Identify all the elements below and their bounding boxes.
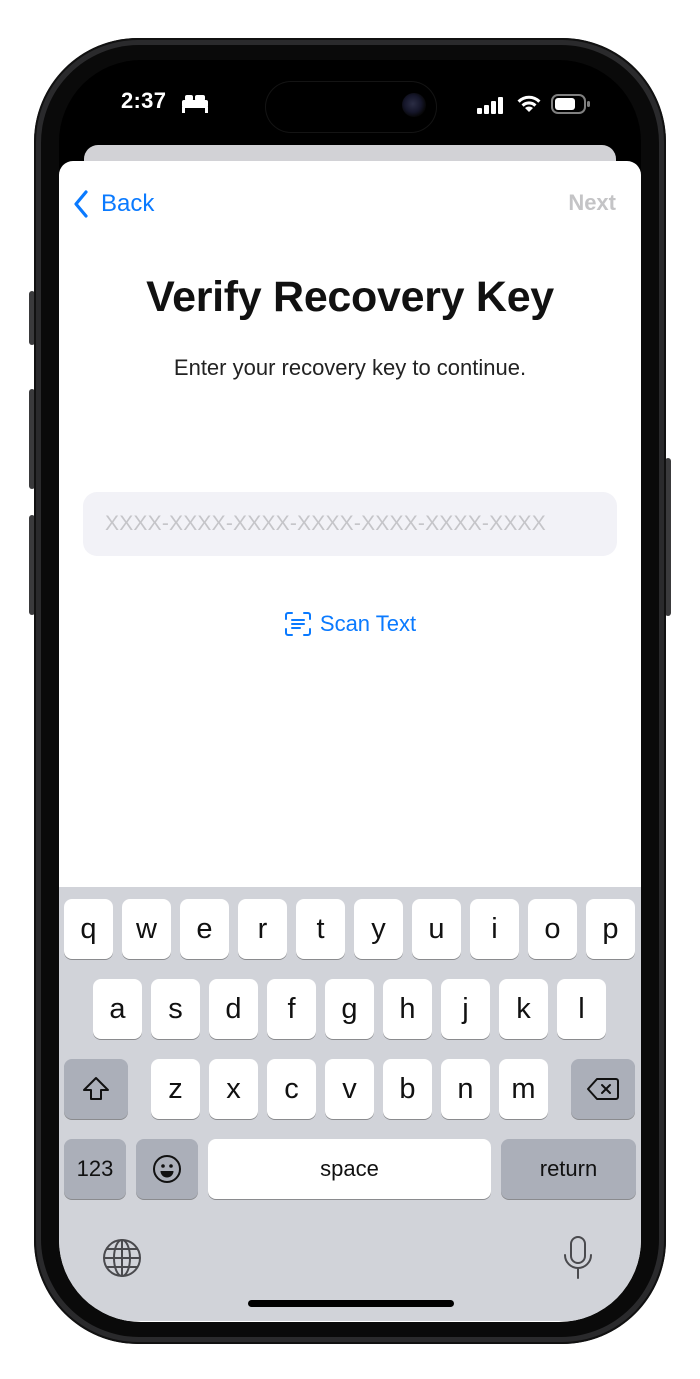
back-label: Back	[101, 190, 155, 217]
key-s[interactable]: s	[151, 979, 200, 1039]
cellular-signal-icon	[477, 96, 505, 119]
scan-text-button[interactable]: Scan Text	[59, 611, 641, 637]
key-h[interactable]: h	[383, 979, 432, 1039]
key-t[interactable]: t	[296, 899, 345, 959]
key-f[interactable]: f	[267, 979, 316, 1039]
key-c[interactable]: c	[267, 1059, 316, 1119]
numbers-key[interactable]: 123	[64, 1139, 126, 1199]
globe-icon[interactable]	[101, 1237, 143, 1284]
bed-icon	[181, 94, 209, 119]
page-title: Verify Recovery Key	[146, 273, 554, 321]
key-n[interactable]: n	[441, 1059, 490, 1119]
space-key[interactable]: space	[208, 1139, 491, 1199]
key-y[interactable]: y	[354, 899, 403, 959]
battery-icon	[551, 94, 591, 119]
screen: 2:37 Back Next Verify Recovery Key Enter…	[59, 60, 641, 1322]
emoji-key[interactable]	[136, 1139, 198, 1199]
scan-text-label: Scan Text	[319, 611, 417, 636]
key-o[interactable]: o	[528, 899, 577, 959]
key-b[interactable]: b	[383, 1059, 432, 1119]
status-bar: 2:37	[59, 60, 641, 150]
keyboard: qwertyuiop asdfghjkl zxcvbnm 123 space r…	[59, 887, 641, 1321]
status-time: 2:37	[121, 88, 167, 113]
key-e[interactable]: e	[180, 899, 229, 959]
key-v[interactable]: v	[325, 1059, 374, 1119]
front-camera	[402, 93, 426, 117]
key-q[interactable]: q	[64, 899, 113, 959]
shift-key[interactable]	[64, 1059, 128, 1119]
recovery-key-input[interactable]	[83, 492, 617, 556]
key-i[interactable]: i	[470, 899, 519, 959]
back-button[interactable]: Back	[73, 187, 154, 221]
page-subtitle: Enter your recovery key to continue.	[173, 355, 527, 380]
key-j[interactable]: j	[441, 979, 490, 1039]
key-g[interactable]: g	[325, 979, 374, 1039]
emoji-icon	[153, 1155, 181, 1183]
home-indicator	[248, 1300, 454, 1307]
microphone-icon[interactable]	[562, 1235, 594, 1286]
key-k[interactable]: k	[499, 979, 548, 1039]
key-z[interactable]: z	[151, 1059, 200, 1119]
key-u[interactable]: u	[412, 899, 461, 959]
key-x[interactable]: x	[209, 1059, 258, 1119]
wifi-icon	[516, 93, 542, 118]
next-button[interactable]: Next	[568, 190, 616, 216]
key-a[interactable]: a	[93, 979, 142, 1039]
recovery-key-sheet: Back Next Verify Recovery Key Enter your…	[59, 161, 641, 1322]
key-r[interactable]: r	[238, 899, 287, 959]
scan-text-icon	[284, 612, 311, 636]
chevron-left-icon	[74, 190, 88, 218]
return-key[interactable]: return	[501, 1139, 636, 1199]
delete-key[interactable]	[571, 1059, 635, 1119]
key-l[interactable]: l	[557, 979, 606, 1039]
key-w[interactable]: w	[122, 899, 171, 959]
key-p[interactable]: p	[586, 899, 635, 959]
key-m[interactable]: m	[499, 1059, 548, 1119]
delete-icon	[587, 1078, 619, 1100]
shift-icon	[83, 1077, 109, 1100]
key-d[interactable]: d	[209, 979, 258, 1039]
